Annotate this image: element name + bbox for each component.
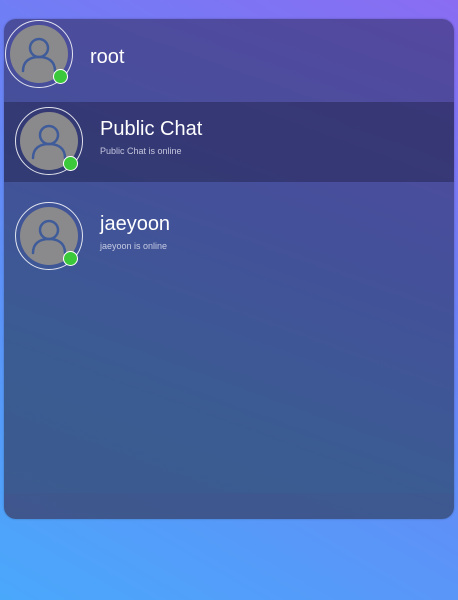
online-status-indicator [63,156,78,171]
current-user-avatar[interactable] [5,20,75,90]
contact-status-text: jaeyoon is online [100,241,168,251]
contact-name: Public Chat [100,118,203,140]
chat-list-panel: root Public Chat Public Chat is online j… [4,19,454,519]
contact-item-jaeyoon[interactable]: jaeyoon jaeyoon is online [4,197,454,277]
contact-name: jaeyoon [100,213,171,235]
panel-footer [4,493,454,519]
contact-avatar [15,107,85,177]
contact-item-public-chat[interactable]: Public Chat Public Chat is online [4,102,454,182]
contact-status-text: Public Chat is online [100,146,182,156]
contact-avatar [15,202,85,272]
online-status-indicator [63,251,78,266]
online-status-indicator [53,69,68,84]
current-user-name: root [90,46,125,68]
current-user-header: root [4,19,454,99]
